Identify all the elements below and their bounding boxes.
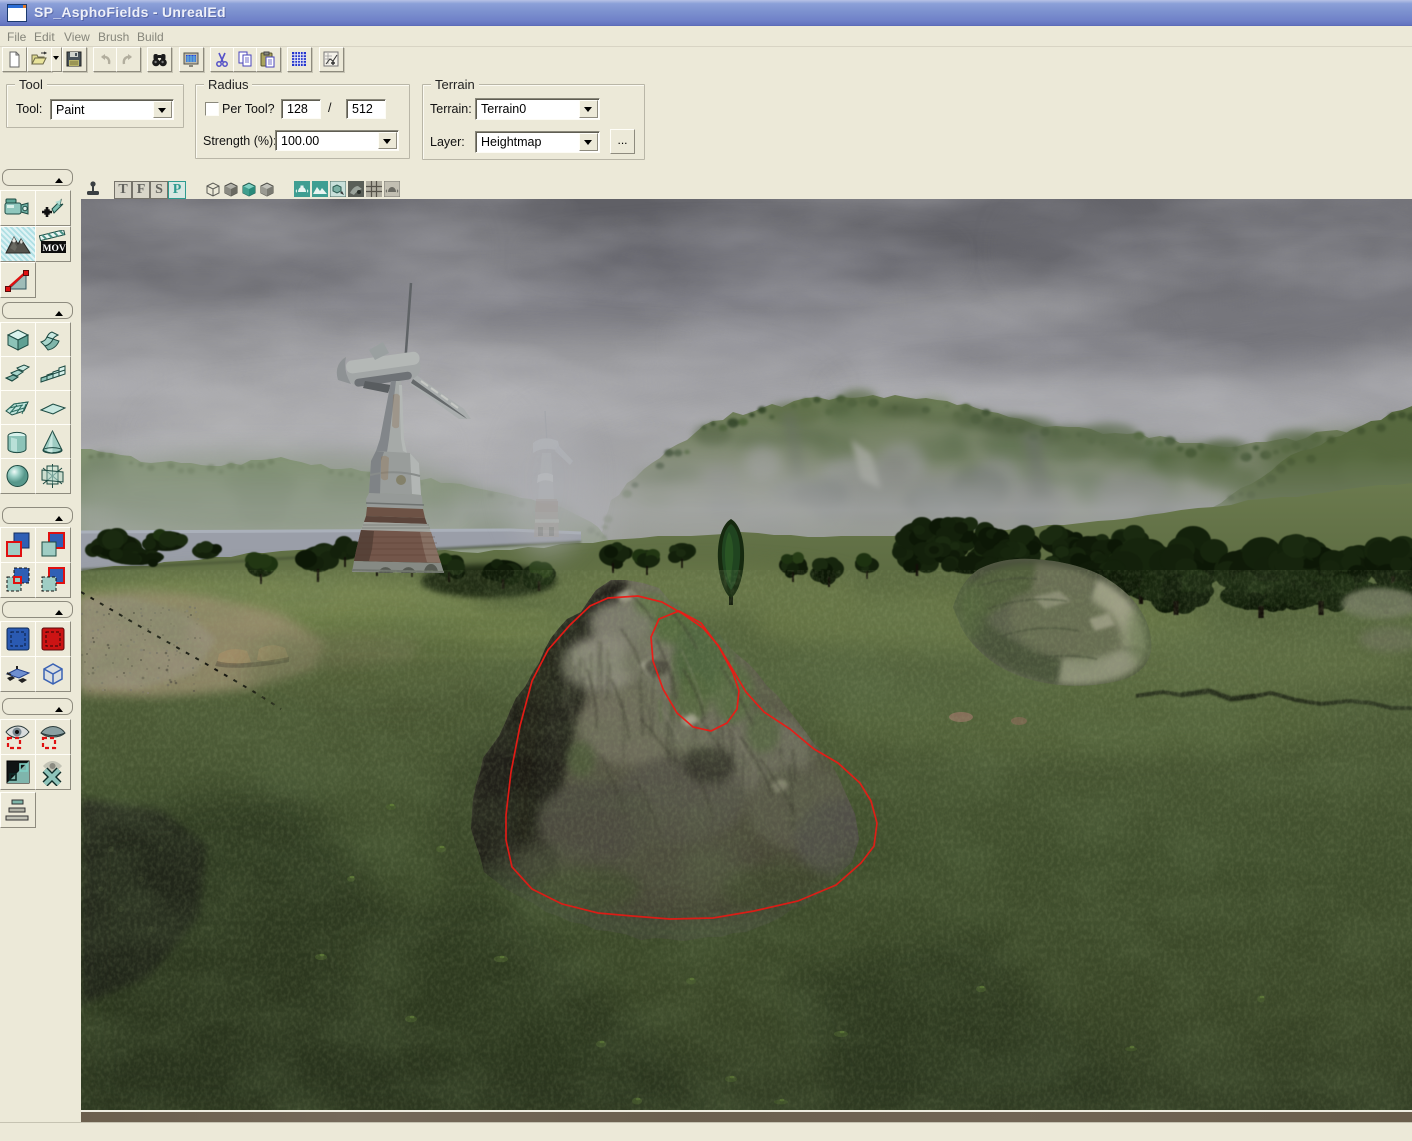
svg-text:MOV: MOV	[43, 244, 66, 254]
